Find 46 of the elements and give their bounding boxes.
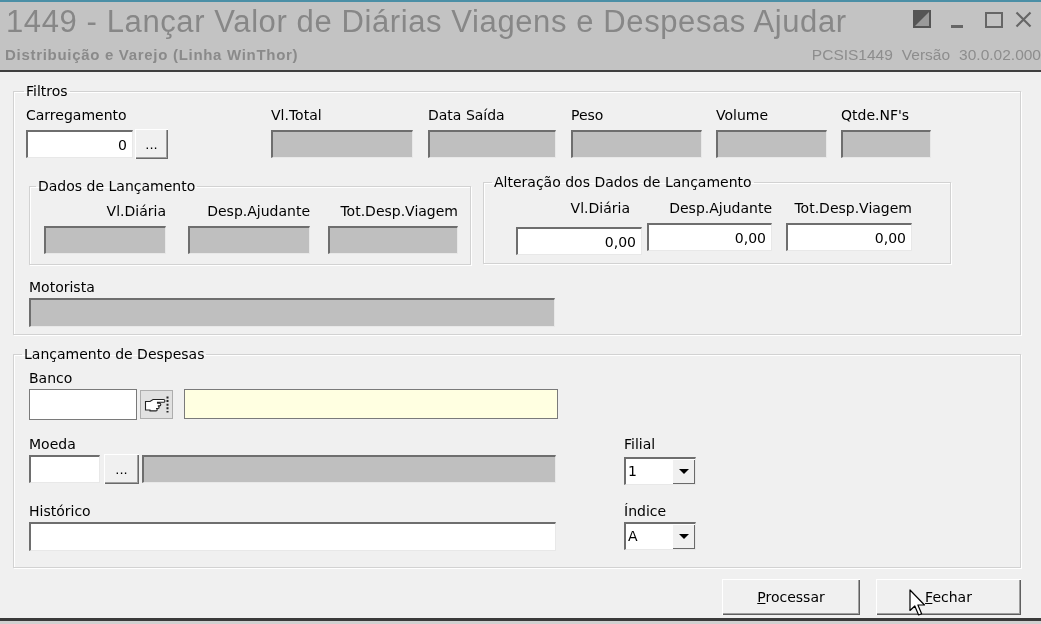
field-label: Volume xyxy=(716,107,769,123)
field-label: Moeda xyxy=(29,436,76,452)
field-label: Qtde.NF's xyxy=(841,107,910,123)
lookup-button[interactable]: ... xyxy=(104,454,139,484)
field-label: Tot.Desp.Viagem xyxy=(794,200,912,216)
group-title: Dados de Lançamento xyxy=(37,178,197,194)
maximize-icon[interactable] xyxy=(985,12,1003,28)
field-label: Data Saída xyxy=(428,107,505,123)
close-icon[interactable] xyxy=(1015,11,1032,28)
input-field[interactable] xyxy=(29,522,556,551)
lookup-button[interactable]: ... xyxy=(135,129,168,159)
input-field[interactable]: 0,00 xyxy=(516,227,642,255)
field-label: Índice xyxy=(624,503,667,519)
caret-icon xyxy=(678,534,689,539)
half-filled-square-icon[interactable] xyxy=(913,10,931,28)
input-field[interactable]: 0,00 xyxy=(786,223,912,251)
window-title: 1449 - Lançar Valor de Diárias Viagens e Despesas Ajudar xyxy=(6,5,847,39)
input-field[interactable]: 0 xyxy=(26,130,133,158)
field-label: Vl.Total xyxy=(271,107,322,123)
field-label: Motorista xyxy=(29,279,95,295)
group-title: Filtros xyxy=(25,83,69,99)
group-title: Lançamento de Despesas xyxy=(23,346,206,362)
field-label: Filial xyxy=(624,436,656,452)
dropdown[interactable]: 1 xyxy=(624,457,696,485)
caret-icon xyxy=(678,469,689,474)
field-label: Peso xyxy=(571,107,604,123)
input-field[interactable]: 0,00 xyxy=(647,223,772,251)
field-label: Carregamento xyxy=(26,107,127,123)
input-field[interactable] xyxy=(184,389,558,419)
field-label: Histórico xyxy=(29,503,91,519)
field-label: Tot.Desp.Viagem xyxy=(340,203,458,219)
cursor-icon xyxy=(909,589,927,617)
window-subtitle: Distribuição e Varejo (Linha WinThor) xyxy=(5,46,299,63)
field-label: Vl.Diária xyxy=(570,200,630,216)
input-field[interactable] xyxy=(29,455,100,483)
field-label: Desp.Ajudante xyxy=(207,203,310,219)
group-title: Alteração dos Dados de Lançamento xyxy=(493,174,753,190)
lookup-button[interactable] xyxy=(140,390,173,419)
input-field[interactable] xyxy=(29,389,137,420)
field-label: Desp.Ajudante xyxy=(669,200,772,216)
field-label: Banco xyxy=(29,370,73,386)
pointing-hand-icon xyxy=(143,396,170,413)
action-button[interactable]: Fechar xyxy=(876,579,1021,615)
action-button[interactable]: Processar xyxy=(722,579,860,615)
dropdown[interactable]: A xyxy=(624,522,696,550)
field-label: Vl.Diária xyxy=(106,203,166,219)
